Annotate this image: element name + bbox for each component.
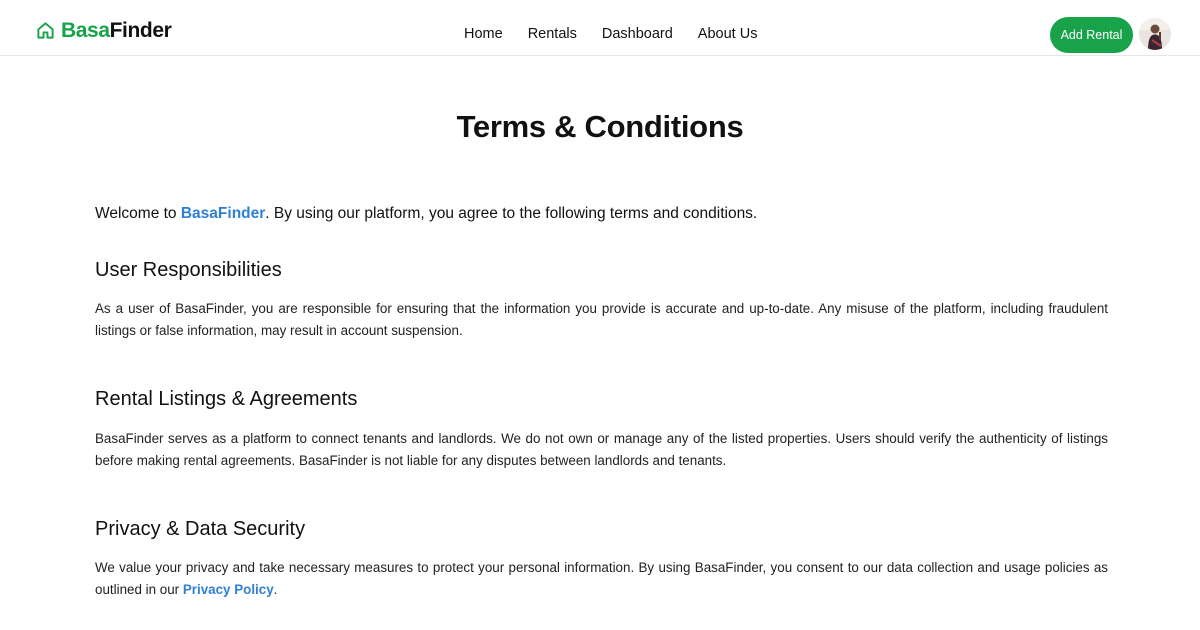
- main-nav: Home Rentals Dashboard About Us: [464, 26, 757, 43]
- nav-item-home[interactable]: Home: [464, 26, 503, 43]
- section-body-rental-listings: BasaFinder serves as a platform to conne…: [95, 431, 1108, 468]
- intro-text-before: Welcome to: [95, 205, 181, 222]
- brand-logo[interactable]: BasaFinder: [36, 19, 172, 42]
- nav-item-rentals[interactable]: Rentals: [528, 26, 577, 43]
- user-avatar[interactable]: [1139, 18, 1171, 50]
- privacy-policy-link[interactable]: Privacy Policy: [183, 582, 274, 597]
- section-heading-user-responsibilities: User Responsibilities: [95, 259, 282, 281]
- nav-item-about-us[interactable]: About Us: [698, 26, 758, 43]
- add-rental-button[interactable]: Add Rental: [1050, 17, 1133, 53]
- brand-name-finder: Finder: [109, 19, 172, 42]
- intro-text: Welcome to BasaFinder. By using our plat…: [95, 204, 757, 224]
- section-body-user-responsibilities: As a user of BasaFinder, you are respons…: [95, 301, 1108, 338]
- brand-name-basa: Basa: [61, 19, 110, 42]
- avatar-image: [1139, 18, 1171, 50]
- section-heading-rental-listings: Rental Listings & Agreements: [95, 388, 358, 410]
- privacy-body-end: .: [273, 581, 278, 597]
- page-title: Terms & Conditions: [456, 109, 744, 144]
- intro-text-after: . By using our platform, you agree to th…: [265, 205, 758, 222]
- section-heading-privacy: Privacy & Data Security: [95, 518, 306, 540]
- home-icon: [37, 22, 54, 39]
- brand-name: BasaFinder: [61, 19, 172, 42]
- intro-brand-link[interactable]: BasaFinder: [181, 205, 265, 222]
- top-navbar: BasaFinder Home Rentals Dashboard About …: [0, 0, 1200, 56]
- nav-item-dashboard[interactable]: Dashboard: [602, 26, 673, 43]
- section-body-privacy: We value your privacy and take necessary…: [95, 557, 1108, 600]
